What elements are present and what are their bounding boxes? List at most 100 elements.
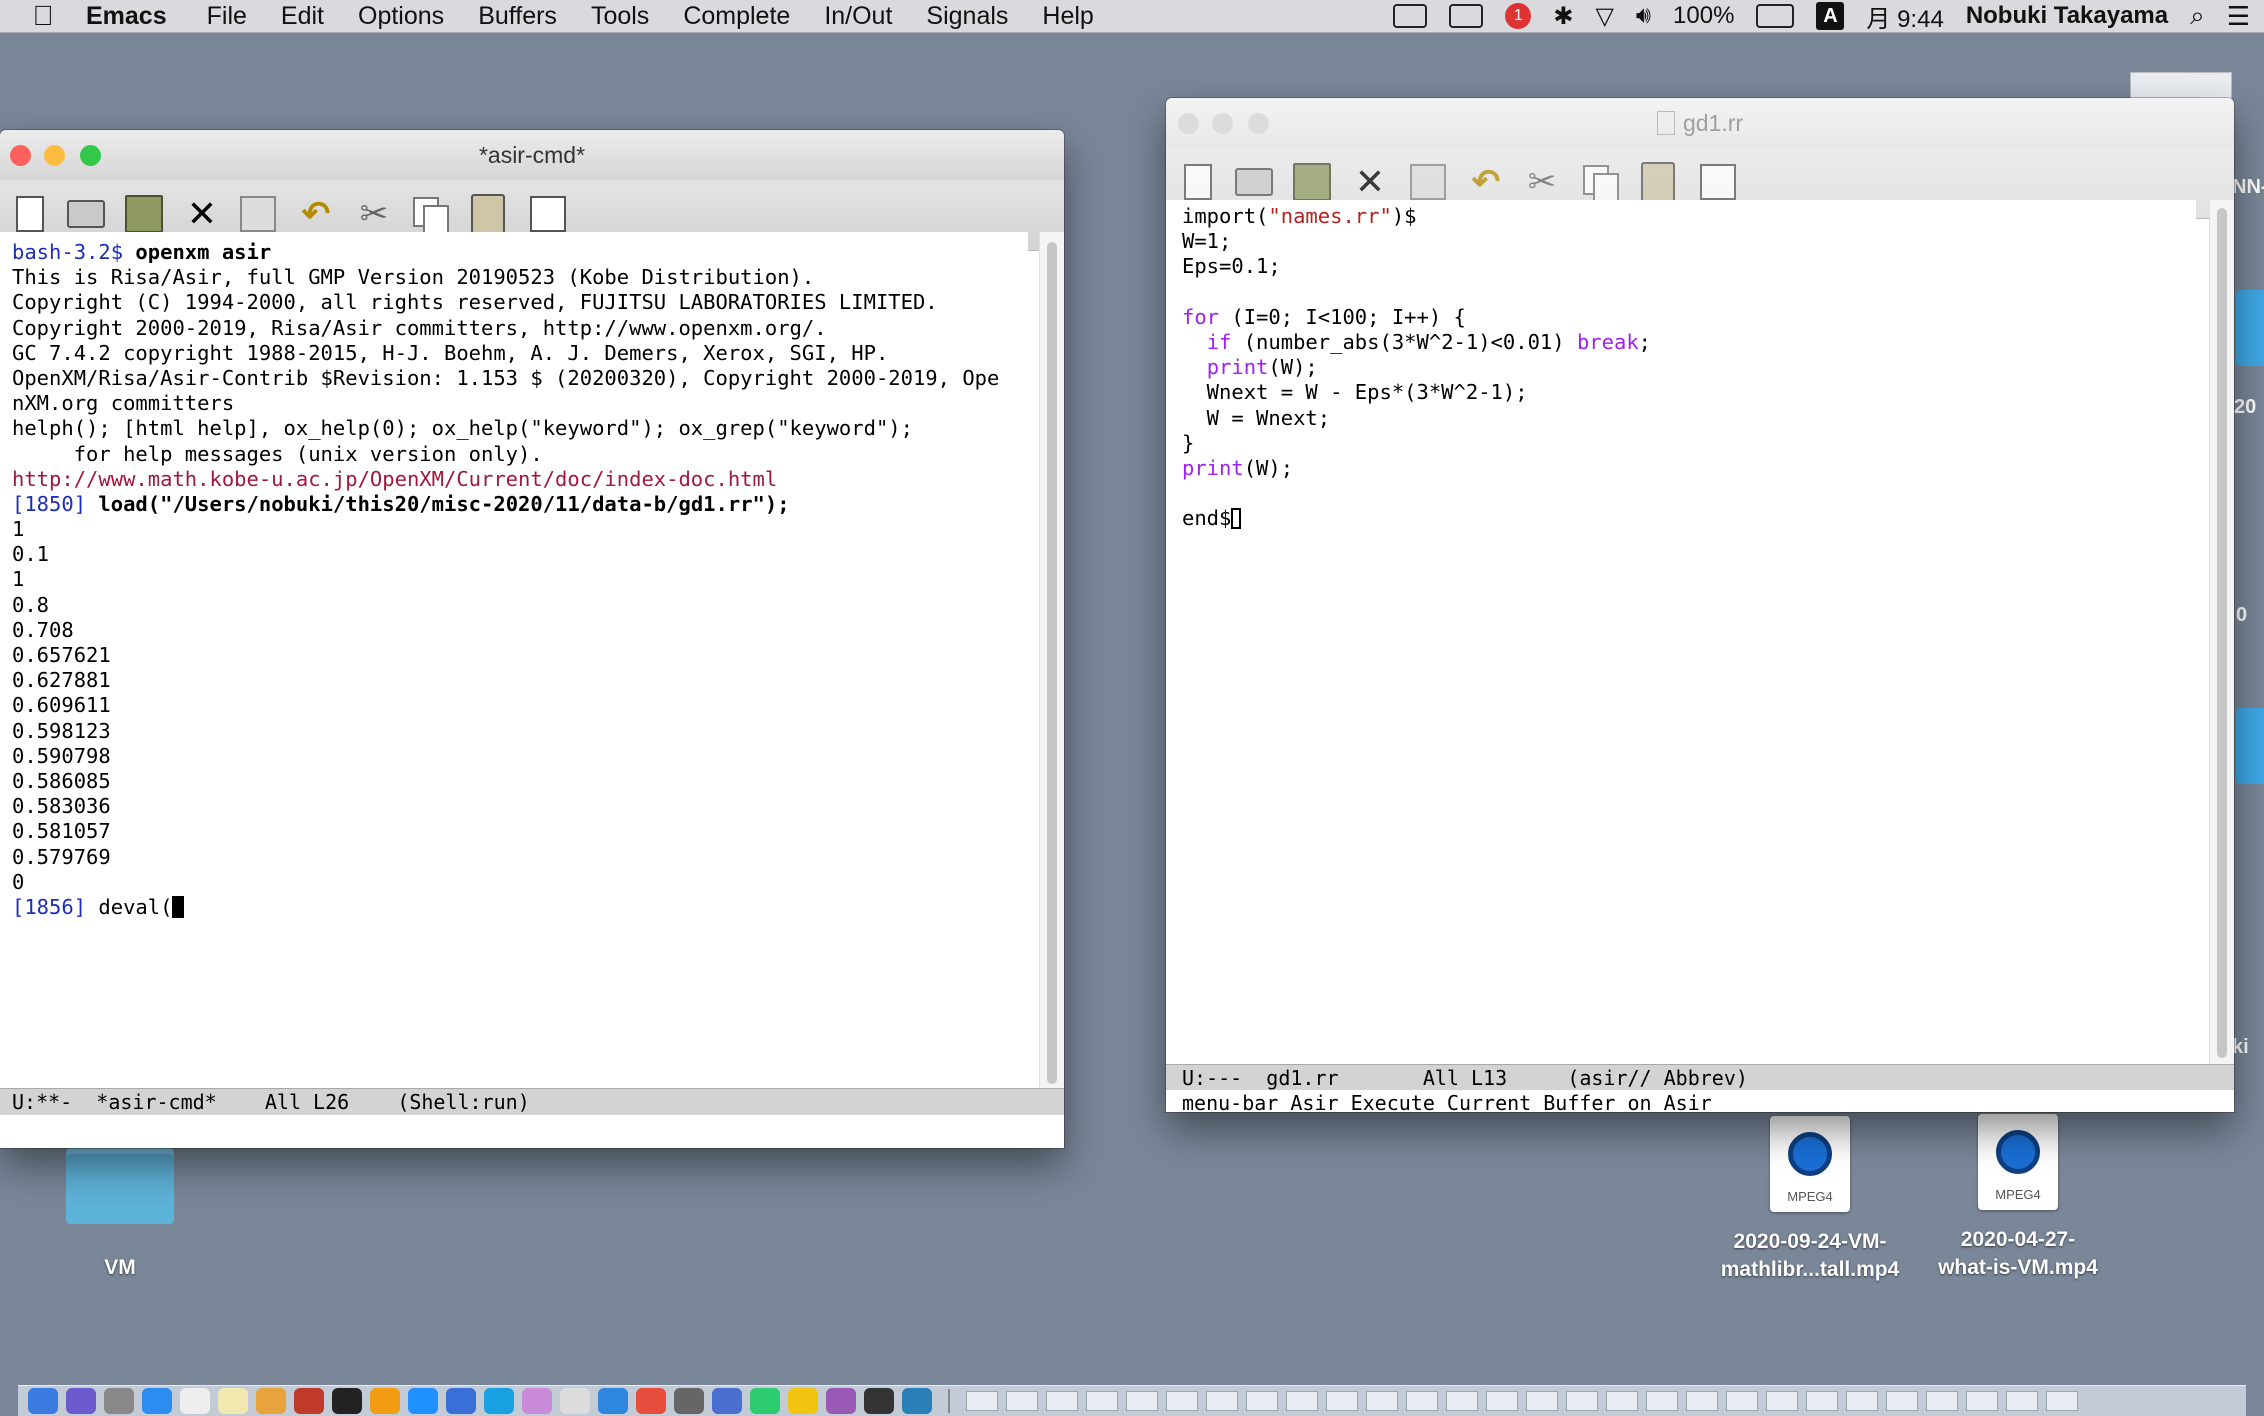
dock-app-icon[interactable] — [180, 1388, 210, 1414]
dock-window-thumbnail[interactable] — [1286, 1391, 1318, 1411]
vertical-scrollbar[interactable] — [2209, 200, 2234, 1064]
notification-center-icon[interactable]: ☰ — [2227, 1, 2250, 32]
dock-window-thumbnail[interactable] — [1046, 1391, 1078, 1411]
wifi-icon[interactable]: ▽ — [1595, 2, 1613, 31]
dock-app-icon[interactable] — [522, 1388, 552, 1414]
scrollbar-thumb[interactable] — [2217, 208, 2227, 1058]
paste-icon[interactable] — [468, 194, 508, 234]
new-file-icon[interactable] — [1178, 162, 1218, 202]
dock-app-icon[interactable] — [826, 1388, 856, 1414]
dock-window-thumbnail[interactable] — [966, 1391, 998, 1411]
dired-icon[interactable] — [1292, 162, 1332, 202]
menu-signals[interactable]: Signals — [926, 2, 1008, 31]
dock-window-thumbnail[interactable] — [1126, 1391, 1158, 1411]
vm-folder-icon[interactable] — [66, 1148, 174, 1224]
dock-app-icon[interactable] — [446, 1388, 476, 1414]
dock-app-icon[interactable] — [674, 1388, 704, 1414]
movie-file-label-2[interactable]: 2020-04-27- what-is-VM.mp4 — [1898, 1226, 2138, 1282]
dock-app-icon[interactable] — [788, 1388, 818, 1414]
close-button[interactable] — [1178, 113, 1199, 134]
dock-window-thumbnail[interactable] — [1326, 1391, 1358, 1411]
kill-buffer-icon[interactable]: ✕ — [1350, 162, 1390, 203]
cut-icon[interactable]: ✂ — [354, 194, 394, 234]
dock-app-icon[interactable] — [560, 1388, 590, 1414]
menu-edit[interactable]: Edit — [281, 2, 324, 31]
dock-app-icon[interactable] — [408, 1388, 438, 1414]
paste-icon[interactable] — [1638, 162, 1678, 202]
dock-window-thumbnail[interactable] — [1726, 1391, 1758, 1411]
search-icon[interactable] — [528, 194, 568, 234]
dock-window-thumbnail[interactable] — [1526, 1391, 1558, 1411]
battery-icon[interactable] — [1756, 4, 1795, 28]
clock[interactable]: 月 9:44 — [1866, 0, 1943, 34]
apple-menu-icon[interactable]:  — [0, 0, 86, 32]
editor-buffer[interactable]: import("names.rr")$ W=1; Eps=0.1; for (I=0;… — [1166, 200, 2196, 1064]
camera-icon[interactable] — [1393, 4, 1428, 28]
dock-window-thumbnail[interactable] — [1646, 1391, 1678, 1411]
dock-window-thumbnail[interactable] — [1926, 1391, 1958, 1411]
dock-window-thumbnail[interactable] — [1686, 1391, 1718, 1411]
dock-window-thumbnail[interactable] — [1766, 1391, 1798, 1411]
dock-window-thumbnail[interactable] — [1366, 1391, 1398, 1411]
user-name[interactable]: Nobuki Takayama — [1966, 2, 2168, 30]
dock-window-thumbnail[interactable] — [1846, 1391, 1878, 1411]
cut-icon[interactable]: ✂ — [1522, 162, 1562, 202]
open-folder-icon[interactable] — [1234, 162, 1274, 202]
dock-window-thumbnail[interactable] — [1806, 1391, 1838, 1411]
menu-buffers[interactable]: Buffers — [478, 2, 557, 31]
dock-app-icon[interactable] — [484, 1388, 514, 1414]
dock-window-thumbnail[interactable] — [1486, 1391, 1518, 1411]
dock-window-thumbnail[interactable] — [2006, 1391, 2038, 1411]
dock-window-thumbnail[interactable] — [1446, 1391, 1478, 1411]
dock-window-thumbnail[interactable] — [1246, 1391, 1278, 1411]
shell-buffer[interactable]: bash-3.2$ openxm asir This is Risa/Asir, … — [0, 232, 1028, 1088]
open-folder-icon[interactable] — [66, 194, 106, 234]
scrollbar-thumb[interactable] — [1047, 242, 1057, 1084]
title-bar[interactable]: gd1.rr — [1166, 98, 2234, 148]
save-icon[interactable] — [238, 194, 278, 234]
dock-window-thumbnail[interactable] — [1606, 1391, 1638, 1411]
title-bar[interactable]: *asir-cmd* — [0, 130, 1064, 180]
battery-percent[interactable]: 100% — [1673, 2, 1734, 30]
movie-file-icon[interactable]: MPEG4 — [1770, 1116, 1850, 1212]
close-button[interactable] — [10, 145, 31, 166]
undo-icon[interactable]: ↶ — [296, 194, 336, 234]
dock-app-icon[interactable] — [864, 1388, 894, 1414]
dock-app-icon[interactable] — [218, 1388, 248, 1414]
menu-help[interactable]: Help — [1042, 2, 1093, 31]
menu-app-emacs[interactable]: Emacs — [86, 2, 167, 31]
menu-complete[interactable]: Complete — [683, 2, 790, 31]
dock-window-thumbnail[interactable] — [1566, 1391, 1598, 1411]
menu-tools[interactable]: Tools — [591, 2, 649, 31]
menu-options[interactable]: Options — [358, 2, 444, 31]
minimize-button[interactable] — [1212, 113, 1233, 134]
desktop-edge-icon[interactable] — [2236, 290, 2264, 366]
volume-icon[interactable]: 🔊︎ — [1636, 2, 1651, 30]
dock-app-icon[interactable] — [370, 1388, 400, 1414]
dock-app-icon[interactable] — [332, 1388, 362, 1414]
movie-file-label-1[interactable]: 2020-09-24-VM- mathlibr...tall.mp4 — [1690, 1228, 1930, 1284]
dock-app-icon[interactable] — [104, 1388, 134, 1414]
input-method-icon[interactable]: A — [1816, 2, 1845, 30]
dock-app-icon[interactable] — [750, 1388, 780, 1414]
dock-window-thumbnail[interactable] — [1886, 1391, 1918, 1411]
dock-window-thumbnail[interactable] — [1166, 1391, 1198, 1411]
bluetooth-icon[interactable]: ✱ — [1553, 2, 1573, 31]
movie-file-icon[interactable]: MPEG4 — [1978, 1114, 2058, 1210]
menu-in-out[interactable]: In/Out — [824, 2, 892, 31]
dock-app-icon[interactable] — [294, 1388, 324, 1414]
dock-app-icon[interactable] — [902, 1388, 932, 1414]
zoom-button[interactable] — [80, 145, 101, 166]
dock-app-icon[interactable] — [66, 1388, 96, 1414]
dock-window-thumbnail[interactable] — [2046, 1391, 2078, 1411]
dock-window-thumbnail[interactable] — [1966, 1391, 1998, 1411]
dock-app-icon[interactable] — [636, 1388, 666, 1414]
dropbox-icon[interactable]: 1 — [1505, 3, 1532, 29]
dock-app-icon[interactable] — [598, 1388, 628, 1414]
zoom-button[interactable] — [1248, 113, 1269, 134]
dock-app-icon[interactable] — [28, 1388, 58, 1414]
spotlight-search-icon[interactable]: ⌕ — [2190, 0, 2205, 32]
dock-window-thumbnail[interactable] — [1086, 1391, 1118, 1411]
dock-app-icon[interactable] — [142, 1388, 172, 1414]
minimize-button[interactable] — [44, 145, 65, 166]
